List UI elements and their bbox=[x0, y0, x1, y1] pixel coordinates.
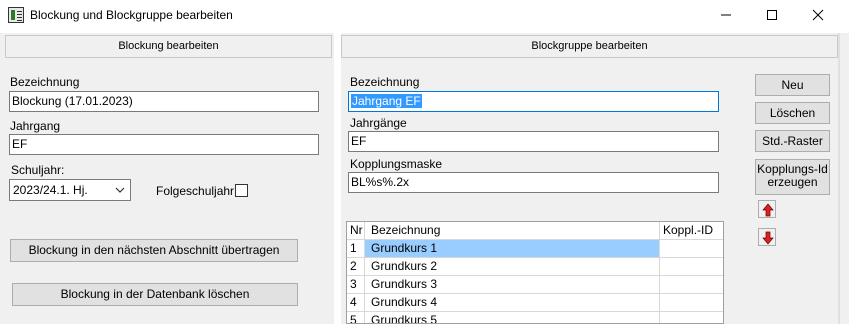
folgeschuljahr-label: Folgeschuljahr bbox=[156, 184, 235, 198]
neu-button[interactable]: Neu bbox=[755, 74, 830, 96]
minimize-button[interactable] bbox=[703, 0, 749, 30]
kopplungsmaske-input[interactable]: BL%s%.2x bbox=[348, 172, 719, 193]
table-row[interactable]: 1 Grundkurs 1 bbox=[347, 240, 723, 258]
std-raster-button[interactable]: Std.-Raster bbox=[755, 130, 830, 152]
selected-text: Jahrgang EF bbox=[351, 94, 422, 108]
folgeschuljahr-checkbox[interactable] bbox=[235, 184, 248, 197]
maximize-icon bbox=[767, 10, 777, 20]
cell-nr: 3 bbox=[347, 276, 365, 294]
delete-blockung-button[interactable]: Blockung in der Datenbank löschen bbox=[12, 283, 298, 306]
blockgruppe-bezeichnung-input[interactable]: Jahrgang EF bbox=[348, 91, 719, 112]
blockgruppe-table[interactable]: Nr Bezeichnung Koppl.-ID 1 Grundkurs 1 2… bbox=[346, 221, 724, 324]
cell-koppl-id bbox=[660, 258, 723, 276]
blockgruppe-bezeichnung-label: Bezeichnung bbox=[350, 75, 420, 89]
arrow-up-icon bbox=[762, 203, 774, 217]
cell-bezeichnung: Grundkurs 4 bbox=[365, 294, 660, 312]
transfer-blockung-button[interactable]: Blockung in den nächsten Abschnitt übert… bbox=[10, 239, 298, 262]
column-header-bezeichnung[interactable]: Bezeichnung bbox=[365, 222, 660, 240]
cell-koppl-id bbox=[660, 294, 723, 312]
blockung-panel-header: Blockung bearbeiten bbox=[5, 35, 332, 58]
column-header-nr[interactable]: Nr bbox=[347, 222, 365, 240]
cell-nr: 4 bbox=[347, 294, 365, 312]
table-row[interactable]: 3 Grundkurs 3 bbox=[347, 276, 723, 294]
cell-koppl-id bbox=[660, 240, 723, 258]
loeschen-button[interactable]: Löschen bbox=[755, 102, 830, 124]
cell-nr: 1 bbox=[347, 240, 365, 258]
close-icon bbox=[812, 9, 824, 21]
schuljahr-select[interactable]: 2023/24.1. Hj. bbox=[9, 179, 131, 201]
cell-koppl-id bbox=[660, 276, 723, 294]
jahrgaenge-label: Jahrgänge bbox=[350, 116, 407, 130]
schedule-app-icon bbox=[8, 7, 24, 23]
schuljahr-selected-value: 2023/24.1. Hj. bbox=[13, 183, 88, 197]
cell-bezeichnung: Grundkurs 5 bbox=[365, 312, 660, 323]
schuljahr-label: Schuljahr: bbox=[11, 163, 65, 177]
window-title: Blockung und Blockgruppe bearbeiten bbox=[30, 8, 233, 22]
column-header-koppl-id[interactable]: Koppl.-ID bbox=[660, 222, 723, 240]
cell-bezeichnung: Grundkurs 1 bbox=[365, 240, 660, 258]
blockung-jahrgang-input[interactable]: EF bbox=[9, 134, 319, 155]
kopplungs-id-button[interactable]: Kopplungs-Id erzeugen bbox=[755, 159, 830, 195]
move-up-button[interactable] bbox=[758, 200, 776, 218]
cell-koppl-id bbox=[660, 312, 723, 323]
cell-nr: 2 bbox=[347, 258, 365, 276]
table-row[interactable]: 2 Grundkurs 2 bbox=[347, 258, 723, 276]
table-row[interactable]: 5 Grundkurs 5 bbox=[347, 312, 723, 323]
cell-nr: 5 bbox=[347, 312, 365, 323]
bezeichnung-label: Bezeichnung bbox=[10, 75, 80, 89]
blockgruppe-panel-header: Blockgruppe bearbeiten bbox=[341, 35, 838, 58]
panel-divider bbox=[334, 33, 341, 324]
jahrgaenge-input[interactable]: EF bbox=[348, 131, 719, 152]
kopplungsmaske-label: Kopplungsmaske bbox=[350, 157, 443, 171]
panel-edge bbox=[838, 33, 840, 324]
table-header-row: Nr Bezeichnung Koppl.-ID bbox=[347, 222, 723, 240]
blockung-bezeichnung-input[interactable]: Blockung (17.01.2023) bbox=[9, 91, 319, 112]
move-down-button[interactable] bbox=[758, 228, 776, 246]
title-bar: Blockung und Blockgruppe bearbeiten bbox=[0, 0, 849, 30]
maximize-button[interactable] bbox=[749, 0, 795, 30]
table-row[interactable]: 4 Grundkurs 4 bbox=[347, 294, 723, 312]
minimize-icon bbox=[721, 14, 731, 16]
kopplungs-id-line2: erzeugen bbox=[767, 175, 818, 189]
chevron-down-icon bbox=[115, 187, 125, 193]
close-button[interactable] bbox=[795, 0, 841, 30]
cell-bezeichnung: Grundkurs 3 bbox=[365, 276, 660, 294]
cell-bezeichnung: Grundkurs 2 bbox=[365, 258, 660, 276]
arrow-down-icon bbox=[762, 231, 774, 245]
jahrgang-label: Jahrgang bbox=[10, 119, 61, 133]
